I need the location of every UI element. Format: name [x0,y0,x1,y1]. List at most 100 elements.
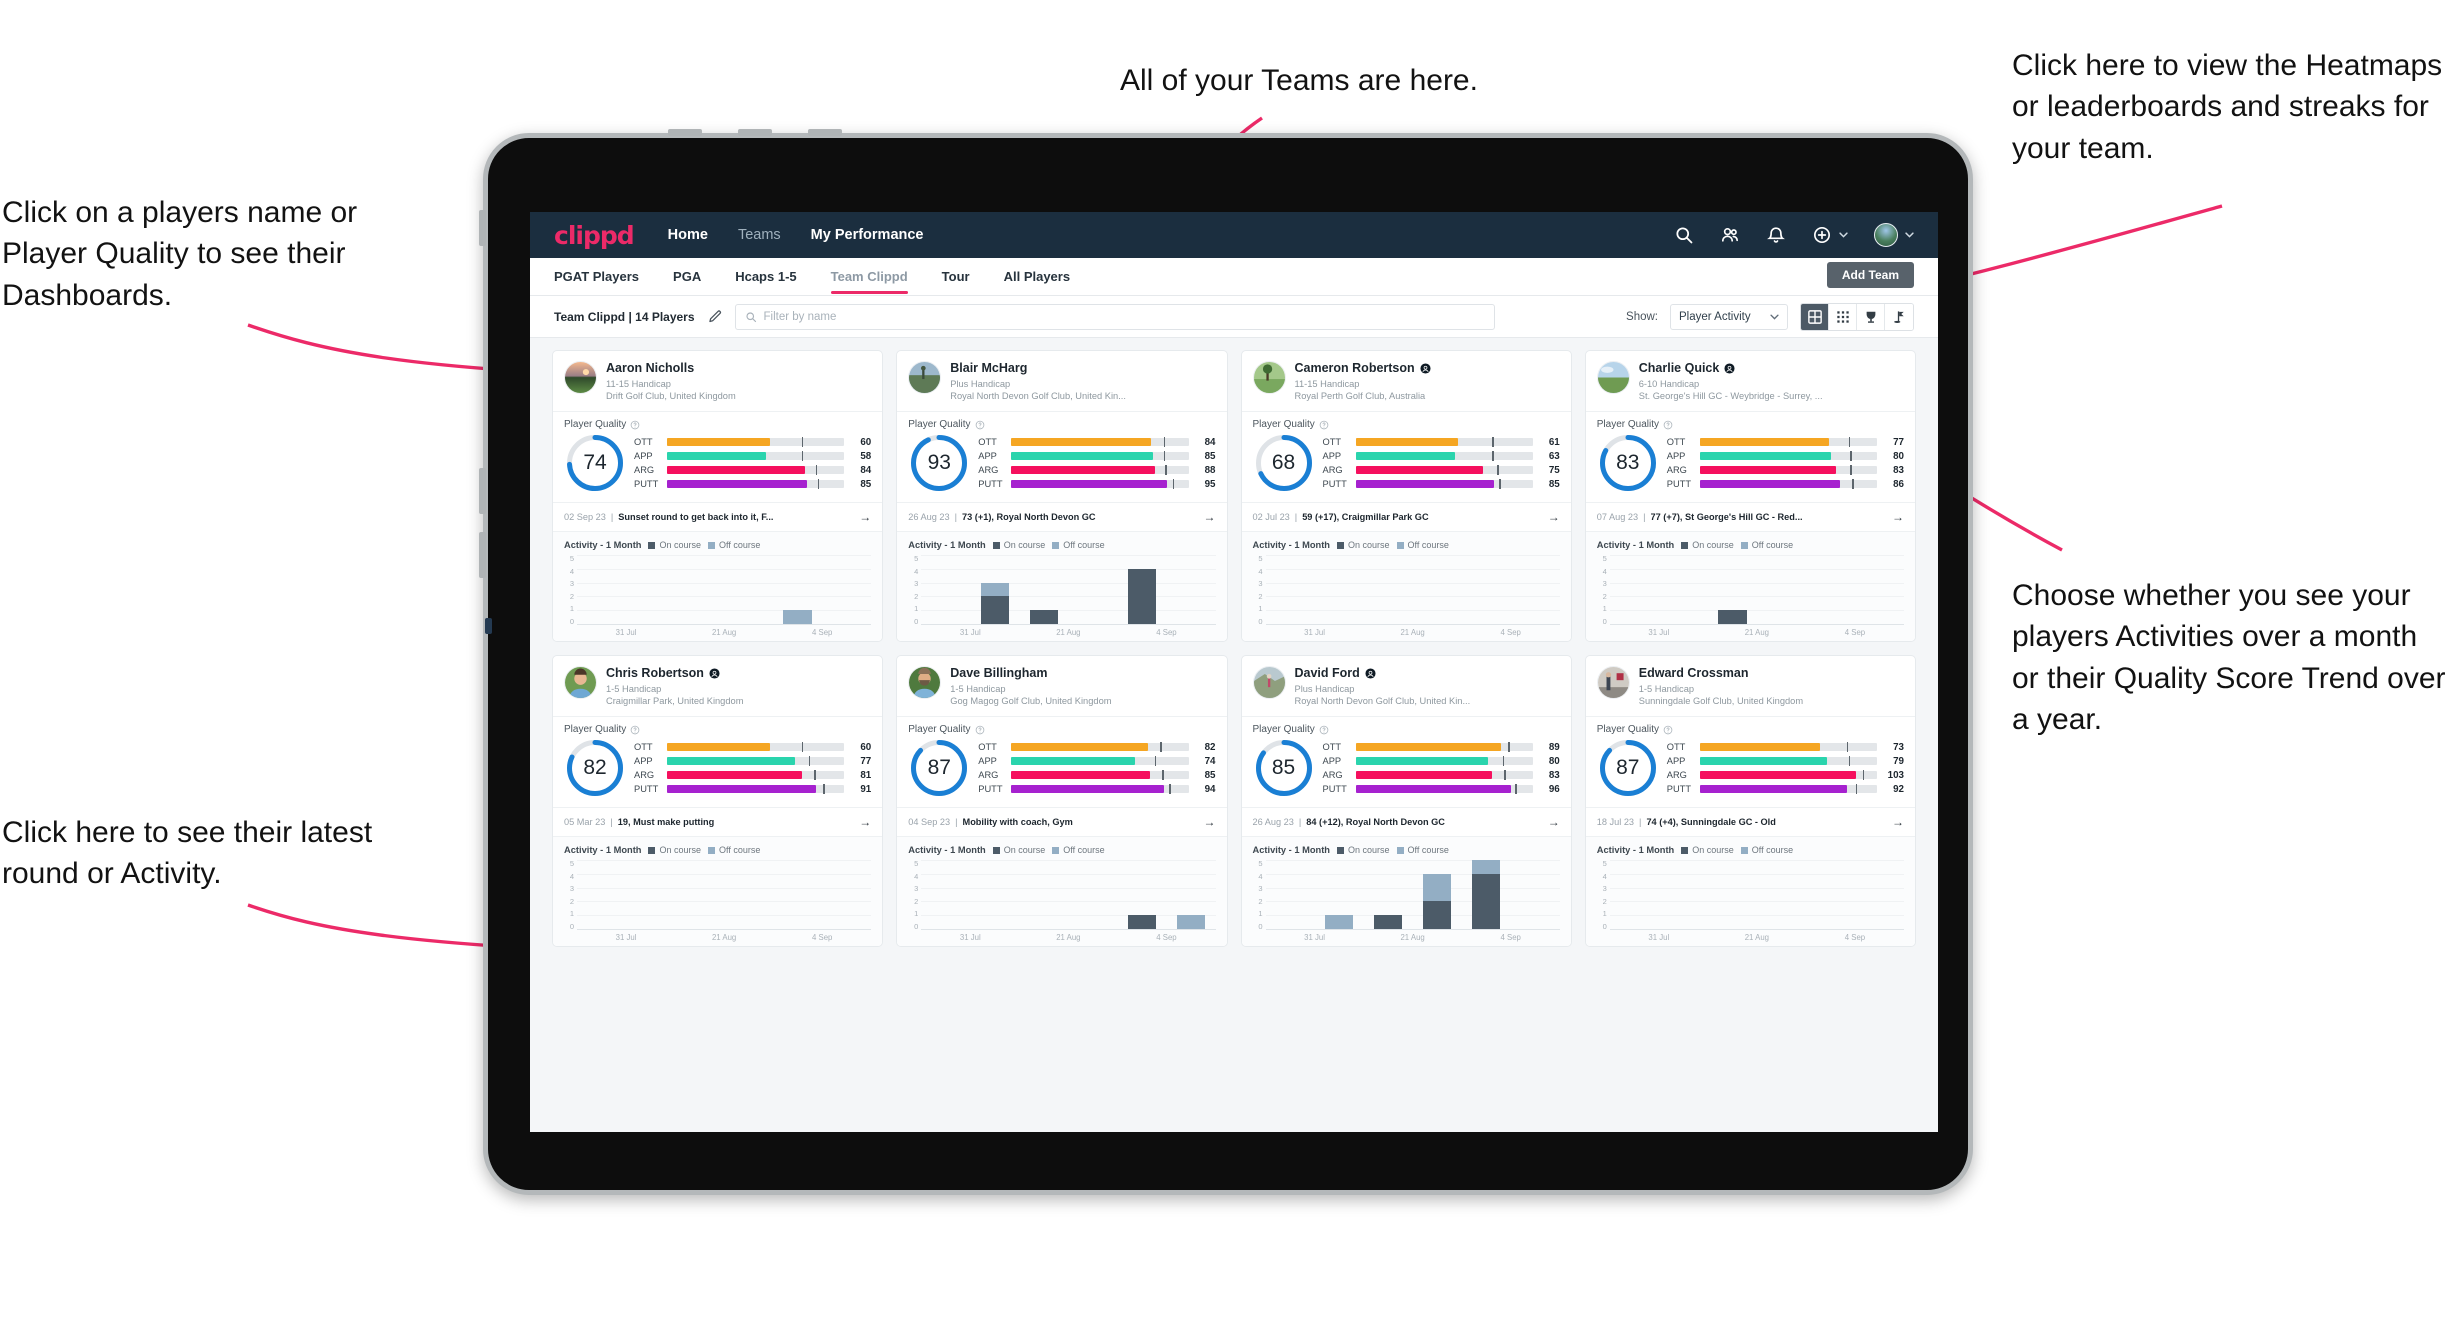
view-heatmap-button[interactable] [1885,303,1913,330]
avatar[interactable] [1252,666,1286,700]
tab-pgat-players[interactable]: PGAT Players [554,258,639,296]
player-card[interactable]: Blair McHarg Plus Handicap Royal North D… [896,350,1228,643]
player-name[interactable]: Chris Robertson [606,666,871,680]
x-tick: 4 Sep [812,933,833,943]
player-name[interactable]: Edward Crossman [1639,666,1904,680]
nav-home[interactable]: Home [668,227,708,243]
account-menu[interactable] [1874,223,1914,247]
tab-hcaps-1-5[interactable]: Hcaps 1-5 [735,258,796,296]
search-box[interactable] [734,303,1495,330]
y-tick: 1 [569,604,574,614]
metric-row: APP 85 [978,451,1215,462]
player-name[interactable]: Cameron Robertson [1295,361,1560,375]
avatar[interactable] [1252,361,1286,394]
help-icon[interactable] [975,420,985,430]
arrow-right-icon[interactable]: → [859,815,871,829]
latest-round-row[interactable]: 26 Aug 23 | 73 (+1), Royal North Devon G… [897,502,1227,531]
help-icon[interactable] [975,725,985,735]
annotation-activity-toggle: Choose whether you see your players Acti… [2012,579,2446,737]
metric-track [1011,756,1189,767]
latest-round-row[interactable]: 26 Aug 23 | 84 (+12), Royal North Devon … [1241,807,1571,836]
latest-round-row[interactable]: 04 Sep 23 | Mobility with coach, Gym → [897,807,1227,836]
player-name[interactable]: David Ford [1295,666,1560,680]
avatar[interactable] [1874,223,1898,247]
arrow-right-icon[interactable]: → [1204,510,1216,524]
player-card[interactable]: David Ford Plus Handicap Royal North Dev… [1240,655,1572,948]
player-card[interactable]: Cameron Robertson 11-15 Handicap Royal P… [1240,350,1572,643]
player-name[interactable]: Blair McHarg [950,361,1215,375]
avatar[interactable] [908,361,942,394]
annotation-latest-round: Click here to see their latest round or … [2,816,373,891]
nav-my-performance[interactable]: My Performance [811,227,924,243]
arrow-right-icon[interactable]: → [1548,510,1560,524]
show-select[interactable]: Player Activity [1670,303,1788,330]
clippd-logo[interactable]: clippd [554,221,635,250]
help-icon[interactable] [1663,420,1673,430]
add-team-button[interactable]: Add Team [1826,262,1914,288]
player-quality-section[interactable]: Player Quality 87 OTT [1585,716,1915,807]
help-icon[interactable] [1319,420,1329,430]
activity-bar [1413,555,1462,624]
player-quality-section[interactable]: Player Quality 85 OTT 89 APP 80 ARG 83 P… [1241,716,1571,807]
arrow-right-icon[interactable]: → [1204,815,1216,829]
chevron-down-icon[interactable] [1839,232,1848,238]
avatar[interactable] [1596,666,1630,700]
y-tick: 4 [1258,566,1263,576]
latest-round-row[interactable]: 18 Jul 23 | 74 (+4), Sunningdale GC - Ol… [1585,807,1915,836]
player-name[interactable]: Aaron Nicholls [606,361,871,375]
latest-round-row[interactable]: 02 Jul 23 | 59 (+17), Craigmillar Park G… [1241,502,1571,531]
activity-section: Activity - 1 Month On course Off course … [553,836,883,947]
arrow-right-icon[interactable]: → [1892,815,1904,829]
search-icon[interactable] [1674,225,1694,245]
player-quality-section[interactable]: Player Quality 93 OTT 84 APP 85 ARG 88 P… [897,411,1227,502]
create-menu[interactable] [1812,225,1848,245]
people-icon[interactable] [1720,225,1740,245]
player-quality-section[interactable]: Player Quality 83 OTT 77 APP 80 ARG 83 P… [1585,411,1915,502]
tab-team-clippd[interactable]: Team Clippd [830,258,908,296]
latest-round-row[interactable]: 05 Mar 23 | 19, Must make putting → [553,807,883,836]
arrow-right-icon[interactable]: → [1892,510,1904,524]
avatar[interactable] [908,666,942,700]
avatar[interactable] [564,361,597,394]
nav-teams[interactable]: Teams [738,227,781,243]
latest-round-row[interactable]: 02 Sep 23 | Sunset round to get back int… [553,502,883,531]
metric-label: ARG [634,465,655,476]
player-card[interactable]: Charlie Quick 6-10 Handicap St. George's… [1584,350,1916,643]
tab-tour[interactable]: Tour [942,258,970,296]
x-tick: 21 Aug [1400,933,1425,943]
search-input[interactable] [763,310,1485,323]
help-icon[interactable] [630,725,640,735]
metric-label: OTT [1666,742,1686,753]
help-icon[interactable] [1663,725,1673,735]
y-tick: 5 [1602,554,1607,564]
arrow-right-icon[interactable]: → [859,510,871,524]
view-leaderboard-button[interactable] [1857,303,1885,330]
bell-icon[interactable] [1766,225,1786,245]
player-club: Royal North Devon Golf Club, United Kin.… [1294,695,1471,706]
tab-pga[interactable]: PGA [673,258,701,296]
help-icon[interactable] [630,420,640,430]
player-card[interactable]: Aaron Nicholls 11-15 Handicap Drift Golf… [552,350,884,643]
help-icon[interactable] [1319,725,1329,735]
player-name[interactable]: Charlie Quick [1639,361,1904,375]
tab-all-players[interactable]: All Players [1004,258,1071,296]
player-card[interactable]: Dave Billingham 1-5 Handicap Gog Magog G… [896,655,1228,948]
player-card[interactable]: Chris Robertson 1-5 Handicap Craigmillar… [552,655,884,948]
chevron-down-icon[interactable] [1905,232,1914,238]
player-quality-section[interactable]: Player Quality 87 OTT [897,716,1227,807]
player-card[interactable]: Edward Crossman 1-5 Handicap Sunningdale… [1584,655,1916,948]
latest-round-row[interactable]: 07 Aug 23 | 77 (+7), St George's Hill GC… [1585,502,1915,531]
arrow-right-icon[interactable]: → [1548,815,1560,829]
player-name[interactable]: Dave Billingham [950,666,1215,680]
avatar[interactable] [1596,361,1630,394]
activity-bar [1364,860,1413,930]
view-table-button[interactable] [1829,303,1857,330]
avatar[interactable] [564,666,597,700]
player-quality-label: Player Quality [1596,419,1659,431]
player-quality-section[interactable]: Player Quality 68 OTT 61 APP 63 ARG 75 P… [1241,411,1571,502]
player-quality-section[interactable]: Player Quality 74 OTT 60 APP 58 ARG 84 P… [553,411,883,502]
plus-circle-icon[interactable] [1812,225,1832,245]
view-card-button[interactable] [1801,303,1829,330]
pencil-icon[interactable] [707,309,723,325]
player-quality-section[interactable]: Player Quality 82 OTT 60 APP 77 ARG 81 P… [553,716,883,807]
